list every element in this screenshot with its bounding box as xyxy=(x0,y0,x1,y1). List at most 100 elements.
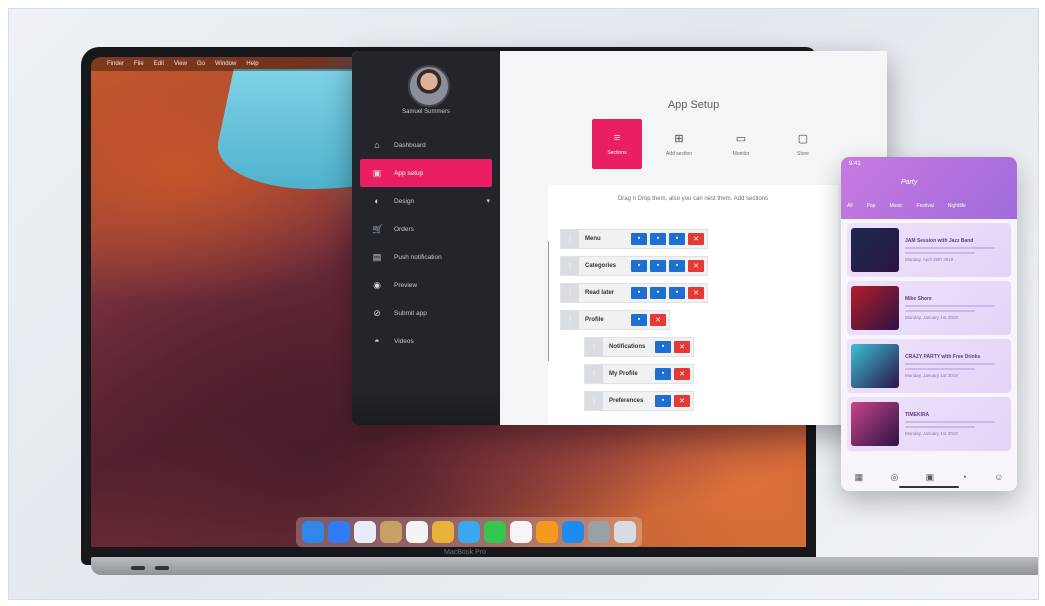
sidebar-item-preview[interactable]: ◉ Preview xyxy=(352,271,500,299)
drag-handle-icon[interactable]: ⋮ xyxy=(561,256,579,275)
phone-tab[interactable]: Nightlife xyxy=(948,203,966,209)
bell-icon[interactable]: ◔ xyxy=(961,472,966,483)
mail-icon[interactable] xyxy=(458,521,480,543)
section-label: Read later xyxy=(585,289,615,296)
delete-button[interactable]: ✕ xyxy=(674,340,690,353)
event-card[interactable]: Mike Shore Monday, January 1st 2019 xyxy=(847,281,1011,335)
delete-button[interactable]: ✕ xyxy=(688,232,704,245)
tree-row: ⋮ Categories ▪ ▪ ▪ ✕ xyxy=(560,252,708,279)
tree-row: ⋮ Notifications ▪ ✕ xyxy=(584,333,708,360)
delete-button[interactable]: ✕ xyxy=(688,259,704,272)
messages-icon[interactable] xyxy=(484,521,506,543)
sidebar-item-submit-app[interactable]: ⊘ Submit app xyxy=(352,299,500,327)
event-text: JAM Session with Jazz Band Monday, April … xyxy=(905,238,995,262)
photos-viewer-icon[interactable] xyxy=(354,521,376,543)
settings-button[interactable]: ▪ xyxy=(655,394,671,407)
sidebar-footer xyxy=(352,385,500,425)
step-label: Add section xyxy=(665,150,693,157)
step-sections[interactable]: ≡ Sections xyxy=(592,119,642,169)
settings-button[interactable]: ▪ xyxy=(631,259,647,272)
sidebar-item-orders[interactable]: 🛒 Orders xyxy=(352,215,500,243)
ticket-icon[interactable]: ▣ xyxy=(926,472,935,483)
drag-handle-icon[interactable]: ⋮ xyxy=(585,364,603,383)
sidebar-item-app-setup[interactable]: ▣ App setup xyxy=(360,159,492,187)
section-node[interactable]: ⋮ Menu ▪ ▪ ▪ ✕ xyxy=(560,228,708,249)
drag-handle-icon[interactable]: ⋮ xyxy=(561,229,579,248)
section-node[interactable]: ⋮ Profile ▪ ✕ xyxy=(560,309,670,330)
location-icon[interactable]: ◎ xyxy=(890,472,898,483)
step-store[interactable]: ▢ Store xyxy=(778,119,828,169)
settings-button[interactable]: ▪ xyxy=(655,367,671,380)
chrome-icon[interactable] xyxy=(432,521,454,543)
sidebar-item-label: App setup xyxy=(394,169,424,177)
event-card[interactable]: TIMEKIRA Monday, January 1st 2019 xyxy=(847,397,1011,451)
calendar-icon[interactable] xyxy=(406,521,428,543)
drag-handle-icon[interactable]: ⋮ xyxy=(561,283,579,302)
finder-icon[interactable] xyxy=(302,521,324,543)
sidebar-item-label: Orders xyxy=(394,225,414,233)
edit-button[interactable]: ▪ xyxy=(650,259,666,272)
sidebar-item-label: Preview xyxy=(394,281,418,289)
delete-button[interactable]: ✕ xyxy=(674,394,690,407)
edit-button[interactable]: ▪ xyxy=(650,232,666,245)
phone-tab[interactable]: Pop xyxy=(867,203,876,209)
sidebar-item-dashboard[interactable]: ⌂ Dashboard xyxy=(352,131,500,159)
folder-button[interactable]: ▪ xyxy=(669,259,685,272)
music-icon[interactable] xyxy=(510,521,532,543)
menubar-item[interactable]: Finder xyxy=(107,61,124,67)
notes-icon[interactable] xyxy=(380,521,402,543)
store-icon: ▢ xyxy=(797,132,809,145)
section-label: Categories xyxy=(585,262,617,269)
safari-icon[interactable] xyxy=(328,521,350,543)
books-icon[interactable] xyxy=(536,521,558,543)
section-node[interactable]: ⋮ My Profile ▪ ✕ xyxy=(584,363,694,384)
edit-button[interactable]: ▪ xyxy=(650,286,666,299)
sidebar-item-label: Videos xyxy=(394,337,414,345)
step-monitor[interactable]: ▭ Monitor xyxy=(716,119,766,169)
section-node[interactable]: ⋮ Notifications ▪ ✕ xyxy=(584,336,694,357)
menubar-item[interactable]: Window xyxy=(215,61,236,67)
user-icon[interactable]: ☺ xyxy=(994,472,1003,483)
phone-tab[interactable]: Music xyxy=(889,203,902,209)
section-node[interactable]: ⋮ Categories ▪ ▪ ▪ ✕ xyxy=(560,255,708,276)
sidebar-item-push-notification[interactable]: ▤ Push notification xyxy=(352,243,500,271)
calendar-icon[interactable]: ▦ xyxy=(855,472,864,483)
preferences-icon[interactable] xyxy=(588,521,610,543)
laptop-ports xyxy=(131,566,169,570)
menubar-item[interactable]: Help xyxy=(246,61,258,67)
settings-button[interactable]: ▪ xyxy=(655,340,671,353)
drag-handle-icon[interactable]: ⋮ xyxy=(585,337,603,356)
drag-handle-icon[interactable]: ⋮ xyxy=(585,391,603,410)
folder-button[interactable]: ▪ xyxy=(669,286,685,299)
sidebar-item-videos[interactable]: ◓ Videos xyxy=(352,327,500,355)
avatar[interactable] xyxy=(408,65,450,107)
event-card[interactable]: JAM Session with Jazz Band Monday, April … xyxy=(847,223,1011,277)
drag-handle-icon[interactable]: ⋮ xyxy=(561,310,579,329)
event-date: Monday, January 1st 2019 xyxy=(905,373,958,378)
section-node[interactable]: ⋮ Preferences ▪ ✕ xyxy=(584,390,694,411)
folder-button[interactable]: ▪ xyxy=(669,232,685,245)
settings-button[interactable]: ▪ xyxy=(631,313,647,326)
page-title: App Setup xyxy=(667,99,720,111)
tree-row: ⋮ Menu ▪ ▪ ▪ ✕ xyxy=(560,225,708,252)
settings-button[interactable]: ▪ xyxy=(631,286,647,299)
section-node[interactable]: ⋮ Read later ▪ ▪ ▪ ✕ xyxy=(560,282,708,303)
trash-icon[interactable] xyxy=(614,521,636,543)
phone-tab[interactable]: All xyxy=(847,203,853,209)
step-add-section[interactable]: ⊞ Add section xyxy=(654,119,704,169)
event-card[interactable]: CRAZY PARTY with Free Drinks Monday, Janu… xyxy=(847,339,1011,393)
delete-button[interactable]: ✕ xyxy=(650,313,666,326)
mac-dock xyxy=(296,517,642,547)
settings-button[interactable]: ▪ xyxy=(631,232,647,245)
menubar-item[interactable]: File xyxy=(134,61,144,67)
app-store-icon[interactable] xyxy=(562,521,584,543)
screenshot-frame: Finder File Edit View Go Window Help MacBook P… xyxy=(8,8,1039,600)
phone-tab[interactable]: Festival xyxy=(917,203,934,209)
menubar-item[interactable]: Edit xyxy=(154,61,164,67)
phone-time: 9:41 xyxy=(849,161,861,167)
menubar-item[interactable]: View xyxy=(174,61,187,67)
sidebar-item-design[interactable]: ◐ Design ▾ xyxy=(352,187,500,215)
menubar-item[interactable]: Go xyxy=(197,61,205,67)
delete-button[interactable]: ✕ xyxy=(674,367,690,380)
delete-button[interactable]: ✕ xyxy=(688,286,704,299)
